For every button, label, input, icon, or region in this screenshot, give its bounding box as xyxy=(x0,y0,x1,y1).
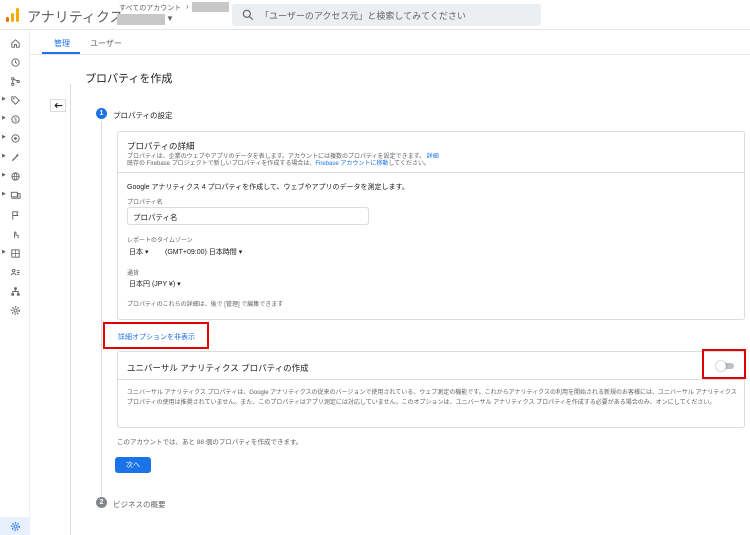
gear-icon[interactable] xyxy=(8,303,22,317)
expand-arrow-icon[interactable]: ▶ xyxy=(2,134,6,140)
property-name-input[interactable]: プロパティ名 xyxy=(127,207,369,225)
expand-arrow-icon[interactable]: ▶ xyxy=(2,96,6,102)
top-bar: アナリティクス すべてのアカウント › ▼ 「ユーザーのアクセス元」と検索してみ… xyxy=(0,0,750,30)
search-icon xyxy=(242,9,254,21)
expand-arrow-icon[interactable]: ▶ xyxy=(2,153,6,159)
expand-arrow-icon[interactable]: ▶ xyxy=(2,249,6,255)
timezone-select[interactable]: (GMT+09:00) 日本時間 ▾ xyxy=(165,247,242,257)
card-description-firebase: 既存の Firebase プロジェクトで新しいプロパティを作成する場合は、Fir… xyxy=(127,161,430,167)
next-button[interactable]: 次へ xyxy=(115,457,151,473)
analytics-logo-icon[interactable] xyxy=(6,8,20,22)
clock-icon[interactable] xyxy=(8,55,22,69)
user-list-icon[interactable] xyxy=(8,265,22,279)
tab-user[interactable]: ユーザー xyxy=(90,38,122,49)
property-details-card: プロパティの詳細 プロパティは、企業のウェブやアプリのデータを表します。アカウン… xyxy=(117,131,745,320)
devices-icon[interactable] xyxy=(8,188,22,202)
globe-icon[interactable] xyxy=(8,169,22,183)
active-tab-indicator xyxy=(42,52,80,54)
back-arrow-icon xyxy=(53,102,62,109)
ua-toggle-knob[interactable] xyxy=(716,361,726,371)
wand-icon[interactable] xyxy=(8,150,22,164)
ua-card-title: ユニバーサル アナリティクス プロパティの作成 xyxy=(127,363,309,373)
dollar-icon[interactable]: $ xyxy=(8,112,22,126)
target-icon[interactable] xyxy=(8,131,22,145)
left-nav: ▶ ▶ $ ▶ ▶ ▶ ▶ ▶ xyxy=(0,30,30,535)
divider xyxy=(70,84,71,535)
back-button[interactable] xyxy=(50,99,66,112)
tab-bar: 管理 ユーザー xyxy=(30,30,750,55)
ua-card-description: ユニバーサル アナリティクス プロパティは、Google アナリティクスの従来の… xyxy=(127,390,737,406)
divider xyxy=(118,172,744,173)
remaining-properties-text: このアカウントでは、あと 88 個のプロパティを作成できます。 xyxy=(117,439,303,446)
home-icon[interactable] xyxy=(8,36,22,50)
chevron-right-icon: › xyxy=(186,2,189,11)
dropdown-caret-icon[interactable]: ▼ xyxy=(166,14,174,23)
country-select[interactable]: 日本 ▾ xyxy=(129,247,148,257)
flag-icon[interactable] xyxy=(8,208,22,222)
expand-arrow-icon[interactable]: ▶ xyxy=(2,191,6,197)
expand-arrow-icon[interactable]: ▶ xyxy=(2,115,6,121)
expand-arrow-icon[interactable]: ▶ xyxy=(2,172,6,178)
search-placeholder: 「ユーザーのアクセス元」と検索してみてください xyxy=(260,11,466,21)
step-number-1: 1 xyxy=(96,108,107,119)
hierarchy-icon[interactable] xyxy=(8,284,22,298)
currency-select[interactable]: 日本円 (JPY ¥) ▾ xyxy=(129,279,181,289)
step-label-1: プロパティの設定 xyxy=(113,111,173,120)
step-connector xyxy=(101,121,102,496)
redacted-account-name xyxy=(192,2,229,12)
redacted-property-name[interactable] xyxy=(117,14,165,25)
card-intro: Google アナリティクス 4 プロパティを作成して、ウェブやアプリのデータを… xyxy=(127,184,409,191)
step-number-2: 2 xyxy=(96,497,107,508)
account-breadcrumb[interactable]: すべてのアカウント xyxy=(119,3,181,13)
admin-gear-icon[interactable] xyxy=(0,517,30,535)
svg-text:$: $ xyxy=(14,117,17,123)
divider xyxy=(118,379,744,380)
tab-admin[interactable]: 管理 xyxy=(54,38,70,49)
hide-advanced-options-link[interactable]: 詳細オプションを非表示 xyxy=(118,332,195,342)
touch-icon[interactable] xyxy=(8,227,22,241)
universal-analytics-card: ユニバーサル アナリティクス プロパティの作成 ユニバーサル アナリティクス プ… xyxy=(117,351,745,428)
firebase-link[interactable]: Firebase アカウントに移動 xyxy=(315,161,388,167)
app-name[interactable]: アナリティクス xyxy=(27,7,123,27)
report-grid-icon[interactable] xyxy=(8,246,22,260)
fork-icon[interactable] xyxy=(8,74,22,88)
timezone-label: レポートのタイムゾーン xyxy=(127,238,193,244)
currency-label: 通貨 xyxy=(127,271,140,277)
page-title: プロパティを作成 xyxy=(85,73,173,85)
step-label-2[interactable]: ビジネスの概要 xyxy=(113,499,166,510)
property-name-label: プロパティ名 xyxy=(127,200,163,206)
card-footer-note: プロパティのこれらの詳細は、後で [管理] で編集できます xyxy=(127,302,284,308)
search-bar[interactable]: 「ユーザーのアクセス元」と検索してみてください xyxy=(232,4,541,26)
tag-icon[interactable] xyxy=(8,93,22,107)
